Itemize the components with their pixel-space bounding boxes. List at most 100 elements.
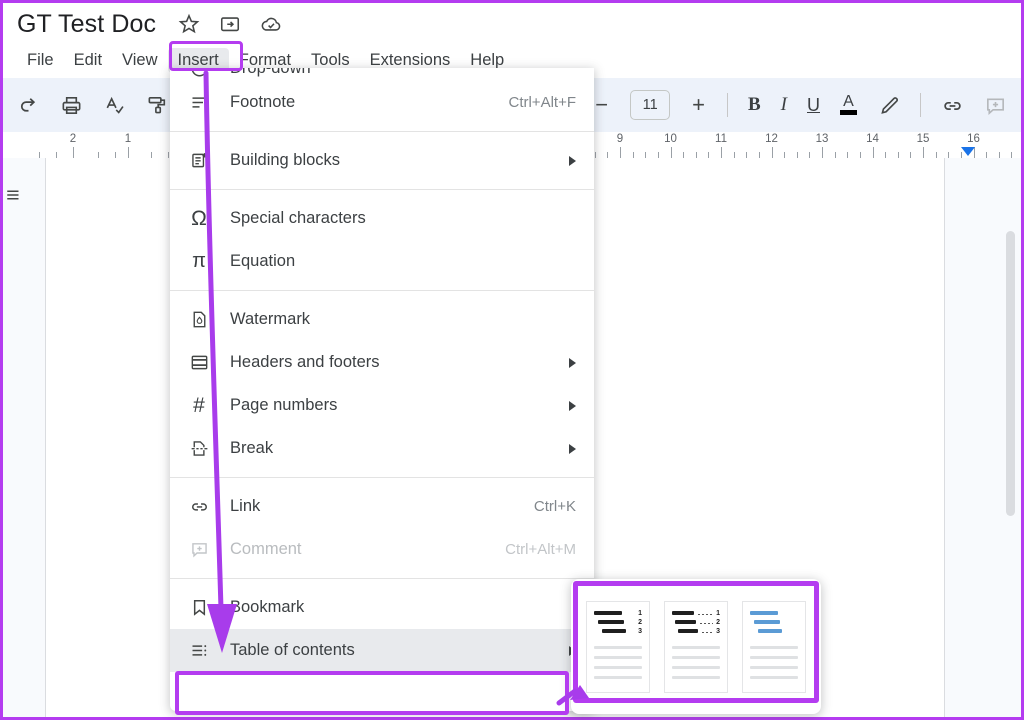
menu-separator [170, 290, 594, 291]
title-icon-group [178, 13, 282, 35]
menu-item-label: Bookmark [230, 598, 576, 617]
menu-item-table-of-contents[interactable]: Table of contents [170, 629, 594, 672]
menu-item-bookmark[interactable]: Bookmark [170, 586, 594, 629]
toc-heading-row [750, 611, 798, 616]
paint-format-icon[interactable] [146, 94, 169, 117]
toolbar-divider-2 [920, 93, 921, 117]
toc-style-submenu: 1 2 3 1 [571, 579, 821, 714]
dropdown-icon [186, 68, 212, 79]
toc-heading-row: 2 [672, 620, 720, 625]
menu-edit[interactable]: Edit [64, 48, 112, 73]
spelling-check-icon[interactable] [103, 94, 126, 117]
pi-icon: π [186, 251, 212, 273]
toc-page-number: 2 [716, 620, 720, 625]
toc-heading-row: 3 [672, 629, 720, 634]
toc-page-number: 1 [716, 611, 720, 616]
toolbar-divider [727, 93, 728, 117]
toolbar-right-group: − 11 + B I U A [593, 90, 1007, 120]
menu-item-label: Footnote [230, 93, 508, 112]
title-bar: GT Test Doc [3, 3, 1021, 45]
ruler-number: 15 [917, 133, 930, 145]
menu-item-link[interactable]: Link Ctrl+K [170, 485, 594, 528]
menu-view[interactable]: View [112, 48, 167, 73]
toc-option-dotted-numbers[interactable]: 1 2 3 [664, 601, 728, 693]
toc-page-number: 3 [716, 629, 720, 634]
menu-item-footnote[interactable]: Footnote Ctrl+Alt+F [170, 81, 594, 124]
ruler-number: 1 [125, 133, 131, 145]
menu-item-page-numbers[interactable]: # Page numbers [170, 384, 594, 427]
print-icon[interactable] [60, 94, 83, 117]
bookmark-icon [186, 597, 212, 619]
chevron-right-icon [569, 358, 576, 368]
decrease-font-size-button[interactable]: − [593, 94, 610, 116]
menu-item-label: Break [230, 439, 569, 458]
ruler-number: 16 [967, 133, 980, 145]
menu-separator [170, 131, 594, 132]
ruler-tick [772, 147, 773, 158]
menu-scrollbar[interactable] [1006, 231, 1015, 516]
toc-heading-row: 3 [594, 629, 642, 634]
menu-item-drop-down[interactable]: Drop-down [170, 68, 594, 81]
toc-page-number: 1 [638, 611, 642, 616]
menu-item-headers-and-footers[interactable]: Headers and footers [170, 341, 594, 384]
move-to-folder-icon[interactable] [219, 13, 241, 35]
toc-option-blue-links[interactable] [742, 601, 806, 693]
underline-button[interactable]: U [807, 95, 820, 116]
menu-item-label: Page numbers [230, 396, 569, 415]
right-indent-marker[interactable] [961, 147, 975, 156]
menu-file[interactable]: File [17, 48, 64, 73]
toc-heading-row [750, 629, 798, 634]
menu-item-label: Table of contents [230, 641, 569, 660]
cloud-saved-icon[interactable] [260, 13, 282, 35]
document-title[interactable]: GT Test Doc [17, 10, 156, 39]
highlight-icon[interactable] [877, 94, 900, 117]
ruler-tick [620, 147, 621, 158]
ruler-tick [721, 147, 722, 158]
font-size-input[interactable]: 11 [630, 90, 670, 120]
menu-item-label: Special characters [230, 209, 576, 228]
ruler-tick [873, 147, 874, 158]
ruler-number: 11 [715, 133, 727, 145]
ruler-tick [128, 147, 129, 158]
chevron-right-icon [569, 401, 576, 411]
menu-item-building-blocks[interactable]: Building blocks [170, 139, 594, 182]
insert-link-icon[interactable] [941, 94, 964, 117]
link-icon [186, 496, 212, 518]
ruler-tick [923, 147, 924, 158]
menu-item-shortcut: Ctrl+Alt+M [505, 541, 576, 558]
menu-item-comment: Comment Ctrl+Alt+M [170, 528, 594, 571]
redo-icon[interactable] [17, 94, 40, 117]
toc-body-lines [750, 646, 798, 679]
google-docs-window: GT Test Doc File Edit [0, 0, 1024, 720]
table-of-contents-icon [186, 640, 212, 662]
toolbar-left-group [17, 94, 169, 117]
text-color-button[interactable]: A [840, 95, 857, 115]
increase-font-size-button[interactable]: + [690, 94, 707, 116]
menu-item-label: Building blocks [230, 151, 569, 170]
toc-body-lines [672, 646, 720, 679]
menu-item-label: Watermark [230, 310, 576, 329]
ruler-number: 9 [617, 133, 623, 145]
add-comment-icon[interactable] [984, 94, 1007, 117]
menu-item-special-characters[interactable]: Ω Special characters [170, 197, 594, 240]
ruler-number: 14 [866, 133, 879, 145]
toc-option-plain-numbers[interactable]: 1 2 3 [586, 601, 650, 693]
document-outline-icon[interactable] [5, 186, 23, 204]
italic-button[interactable]: I [781, 94, 787, 116]
insert-dropdown-menu: Drop-down Footnote Ctrl+Alt+F Building b… [170, 68, 594, 711]
menu-item-break[interactable]: Break [170, 427, 594, 470]
menu-item-label: Comment [230, 540, 505, 559]
watermark-icon [186, 309, 212, 331]
building-blocks-icon [186, 150, 212, 172]
star-icon[interactable] [178, 13, 200, 35]
toc-page-number: 2 [638, 620, 642, 625]
bold-button[interactable]: B [748, 94, 761, 116]
headers-footers-icon [186, 352, 212, 374]
text-color-swatch [840, 110, 857, 115]
menu-separator [170, 578, 594, 579]
menu-item-equation[interactable]: π Equation [170, 240, 594, 283]
menu-separator [170, 189, 594, 190]
toc-heading-row [750, 620, 798, 625]
chevron-right-icon [569, 156, 576, 166]
menu-item-watermark[interactable]: Watermark [170, 298, 594, 341]
